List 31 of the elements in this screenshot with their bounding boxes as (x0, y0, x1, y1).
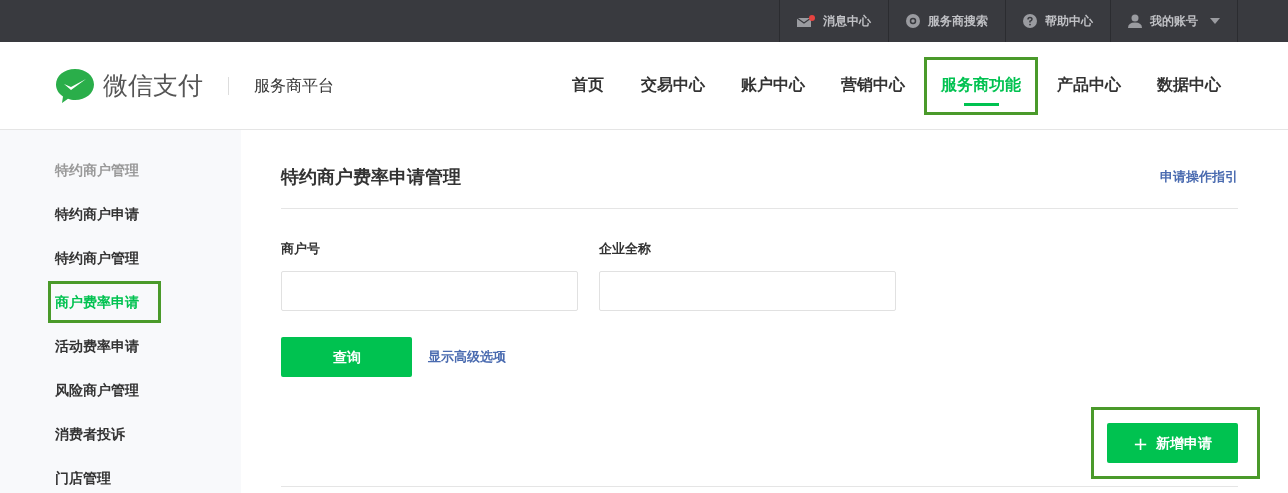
nav-tab[interactable]: 数据中心 (1143, 59, 1235, 112)
top-bar-item[interactable]: 服务商搜索 (889, 0, 1006, 42)
input-field[interactable] (599, 271, 896, 311)
sidebar-item[interactable]: 风险商户管理 (51, 372, 158, 408)
sidebar-item[interactable]: 活动费率申请 (51, 328, 158, 364)
logo-text: 微信支付 (103, 73, 203, 98)
top-bar-item[interactable]: 消息中心 (780, 0, 889, 42)
platform-name: 服务商平台 (254, 74, 334, 97)
field-label: 企业全称 (599, 240, 652, 258)
nav-tab[interactable]: 账户中心 (727, 59, 819, 112)
top-bar-item[interactable]: 帮助中心 (1006, 0, 1111, 42)
advanced-options-link[interactable]: 显示高级选项 (428, 347, 506, 367)
nav-tab[interactable]: 交易中心 (627, 59, 719, 112)
sidebar-item[interactable]: 消费者投诉 (51, 416, 158, 452)
sidebar-item[interactable]: 特约商户管理 (51, 240, 158, 276)
sidebar-heading: 特约商户管理 (53, 161, 140, 180)
input-field[interactable] (281, 271, 578, 311)
sidebar-item[interactable]: 门店管理 (51, 460, 158, 493)
field-label: 商户号 (281, 240, 321, 258)
caret-icon (1210, 18, 1220, 24)
logo-icon (55, 67, 95, 104)
sidebar-item[interactable]: 特约商户申请 (51, 196, 158, 232)
guide-link[interactable]: 申请操作指引 (1160, 166, 1238, 187)
user-icon (1128, 14, 1142, 28)
nav-tab[interactable]: 首页 (556, 59, 619, 112)
help-icon (1023, 14, 1037, 28)
search-icon (906, 14, 920, 28)
page-title: 特约商户费率申请管理 (281, 165, 461, 189)
top-bar-item[interactable]: 我的账号 (1111, 0, 1238, 42)
nav-tab[interactable]: 产品中心 (1043, 59, 1135, 112)
nav-tab[interactable]: 营销中心 (827, 59, 919, 112)
